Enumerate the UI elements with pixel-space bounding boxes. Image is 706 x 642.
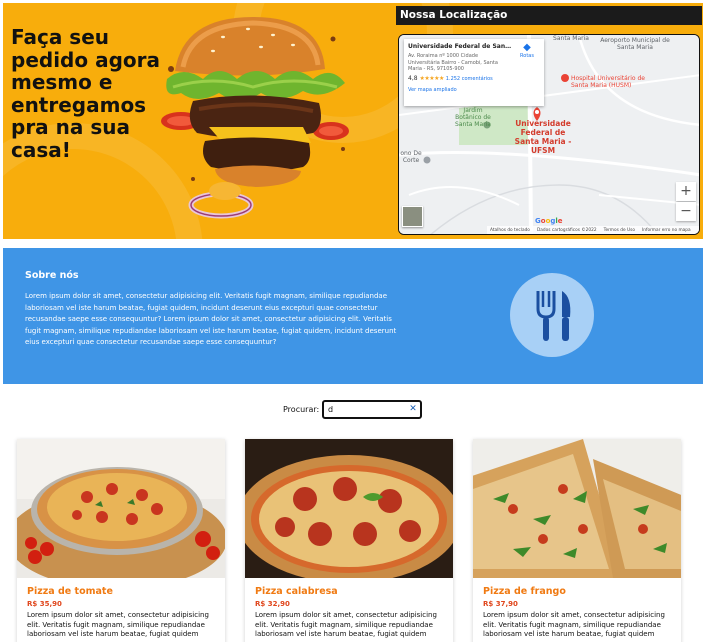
map-label-university: Universidade Federal de Santa Maria - UF…	[514, 119, 572, 155]
product-title: Pizza calabresa	[255, 586, 338, 597]
burger-image	[161, 17, 349, 219]
embedded-map[interactable]: Universidade Federal de Santa... Av. Ror…	[398, 34, 700, 235]
hero-headline: Faça seu pedido agora mesmo e entregamos…	[11, 25, 160, 162]
google-logo: Google	[535, 217, 563, 225]
map-data-text: Dados cartográficos ©2022	[536, 228, 597, 233]
place-name: Universidade Federal de Santa...	[408, 43, 513, 50]
fork-knife-icon	[510, 273, 594, 357]
directions-label: Rotas	[520, 53, 534, 59]
pizza-tomato-image	[17, 439, 225, 578]
product-title: Pizza de frango	[483, 586, 566, 597]
place-info-card: Universidade Federal de Santa... Av. Ror…	[404, 39, 544, 106]
map-label-santa-maria: Santa Maria	[553, 35, 589, 42]
product-description: Lorem ipsum dolor sit amet, consectetur …	[255, 611, 437, 638]
map-footer: Atalhos do teclado Dados cartográficos ©…	[487, 226, 699, 234]
product-price: R$ 37,90	[483, 600, 518, 608]
product-card[interactable]: Pizza de tomate R$ 35,90 Lorem ipsum dol…	[17, 439, 225, 642]
report-error-link[interactable]: Informar erro no mapa	[642, 226, 691, 234]
map-label-garden: Jardim Botânico de Santa Maria	[455, 107, 491, 128]
directions-button[interactable]: ◆ Rotas	[517, 42, 537, 60]
map-label-hospital: Hospital Universitário de Santa Maria (H…	[571, 75, 645, 89]
zoom-in-button[interactable]: +	[676, 182, 696, 201]
larger-map-link[interactable]: Ver mapa ampliado	[408, 87, 540, 93]
product-title: Pizza de tomate	[27, 586, 113, 597]
street-view-thumbnail[interactable]	[402, 206, 423, 227]
product-description: Lorem ipsum dolor sit amet, consectetur …	[483, 611, 665, 638]
keyboard-shortcuts-link[interactable]: Atalhos do teclado	[490, 226, 530, 234]
directions-icon: ◆	[523, 42, 531, 53]
pizza-calabresa-image	[245, 439, 453, 578]
map-label-airport: Aeroporto Municipal de Santa Maria	[600, 37, 670, 51]
clear-search-icon[interactable]: ✕	[408, 403, 418, 416]
about-section: Sobre nós Lorem ipsum dolor sit amet, co…	[3, 248, 703, 384]
about-title: Sobre nós	[25, 270, 79, 281]
map-label-corte: ono De Corte	[400, 150, 422, 164]
zoom-out-button[interactable]: −	[676, 202, 696, 221]
search-label: Procurar:	[283, 405, 320, 414]
hero-banner: Faça seu pedido agora mesmo e entregamos…	[3, 3, 703, 239]
rating-value: 4,8	[408, 74, 418, 82]
product-card[interactable]: Pizza de frango R$ 37,90 Lorem ipsum dol…	[473, 439, 681, 642]
place-rating: 4,8 ★★★★★ 1.252 comentários	[408, 75, 540, 82]
product-card[interactable]: Pizza calabresa R$ 32,90 Lorem ipsum dol…	[245, 439, 453, 642]
product-description: Lorem ipsum dolor sit amet, consectetur …	[27, 611, 209, 638]
terms-link[interactable]: Termos de Uso	[604, 226, 635, 234]
about-text: Lorem ipsum dolor sit amet, consectetur …	[25, 292, 397, 346]
product-price: R$ 32,90	[255, 600, 290, 608]
pizza-frango-image	[473, 439, 681, 578]
location-section: Nossa Localização Universidade Federal d…	[396, 6, 702, 236]
location-title: Nossa Localização	[396, 6, 702, 25]
rating-stars: ★★★★★	[419, 74, 444, 82]
reviews-link[interactable]: 1.252 comentários	[446, 76, 493, 82]
search-input[interactable]: d	[322, 400, 422, 419]
place-address: Av. Roraima nº 1000 Cidade Universitária…	[408, 53, 498, 72]
product-price: R$ 35,90	[27, 600, 62, 608]
